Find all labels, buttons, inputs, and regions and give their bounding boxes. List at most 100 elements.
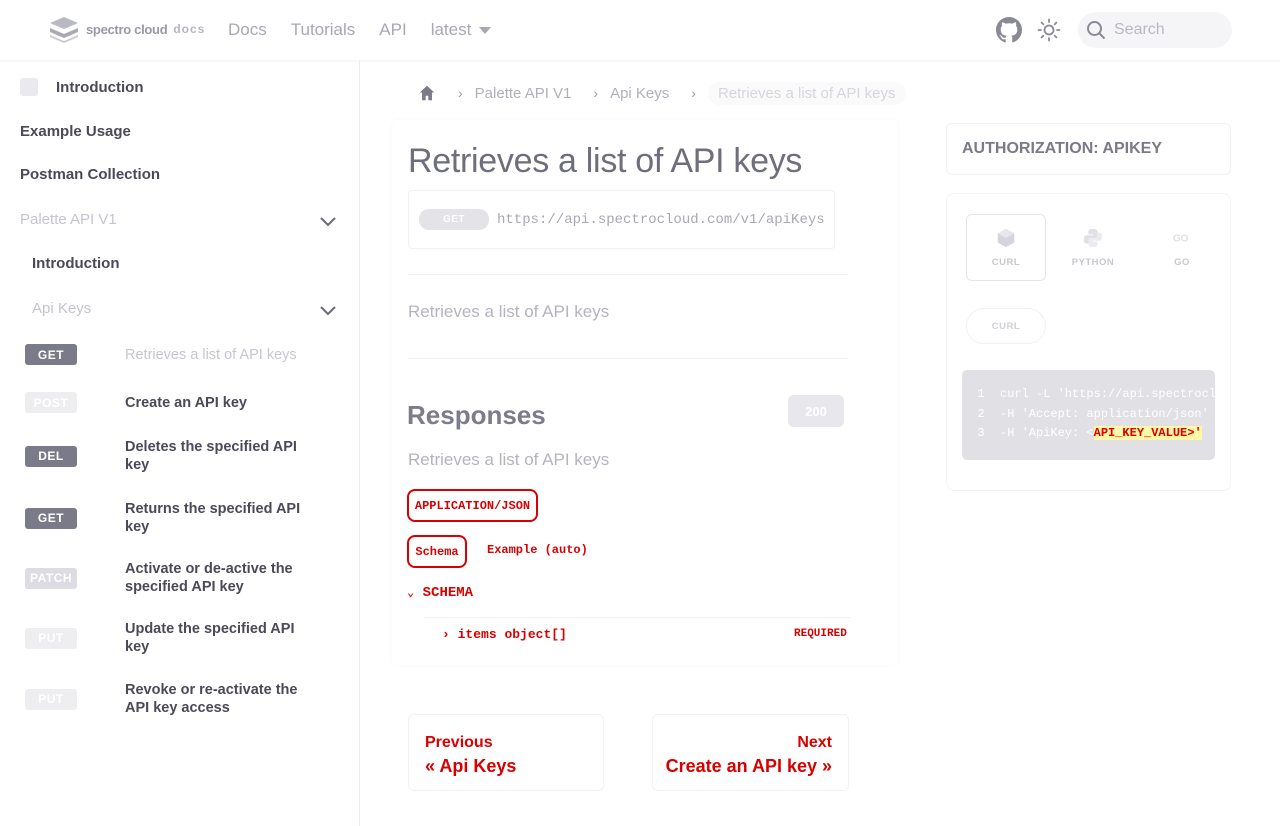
search-icon — [1087, 21, 1106, 40]
schema-field-name: items — [457, 627, 497, 642]
sidebar-endpoint-delete-api-key[interactable]: DEL Deletes the specified API key — [25, 438, 325, 474]
pager-label: Next — [797, 734, 832, 751]
tab-go[interactable]: GO GO — [1142, 214, 1222, 281]
line-number: 2 — [977, 407, 985, 421]
nav-links: Docs Tutorials API latest — [228, 0, 492, 60]
sidebar-section-palette-api[interactable]: Palette API V1 — [20, 211, 117, 228]
github-icon[interactable] — [996, 17, 1022, 43]
responses-heading: Responses — [407, 400, 546, 430]
nav-link-api[interactable]: API — [379, 20, 406, 40]
code-text: -H 'Accept: application/json' \ — [1000, 407, 1215, 421]
method-badge: DEL — [25, 445, 77, 467]
endpoint-label: Retrieves a list of API keys — [125, 346, 297, 363]
pagination-next[interactable]: Next Create an API key » — [652, 714, 849, 791]
endpoint-label: Returns the specified API key — [125, 501, 301, 535]
tab-label: CURL — [991, 257, 1021, 268]
svg-text:GO: GO — [1173, 234, 1189, 245]
sidebar-item-label: Introduction — [56, 78, 144, 96]
caret-down-icon — [479, 26, 492, 34]
brand-name: spectro cloud — [86, 21, 168, 37]
code-sample-panel: CURL PYTHON GO GO CURL 1 curl -L 'https:/… — [946, 193, 1231, 491]
example-tab[interactable]: Example (auto) — [487, 543, 588, 557]
nav-link-tutorials[interactable]: Tutorials — [291, 20, 356, 40]
sidebar-item-introduction[interactable]: Introduction — [20, 78, 143, 96]
home-icon[interactable] — [418, 84, 436, 102]
version-dropdown[interactable]: latest — [431, 20, 492, 40]
schema-toggle[interactable]: ⌄ SCHEMA — [407, 585, 473, 601]
endpoint-label: Revoke or re-activate the API key access — [125, 682, 298, 716]
code-line: 1 curl -L 'https://api.spectrocl — [962, 387, 1215, 401]
chevron-down-icon: ⌄ — [407, 586, 415, 600]
curl-subtab[interactable]: CURL — [966, 308, 1046, 344]
method-badge: PATCH — [25, 567, 77, 589]
sidebar: Introduction Example Usage Postman Colle… — [0, 60, 360, 826]
tab-python[interactable]: PYTHON — [1053, 214, 1133, 281]
caret-right-icon: › — [442, 627, 450, 642]
sidebar-item-example-usage[interactable]: Example Usage — [20, 123, 131, 140]
search-box[interactable] — [1078, 12, 1232, 48]
required-badge: REQUIRED — [794, 628, 847, 640]
tab-label: GO — [1174, 257, 1190, 268]
tab-curl[interactable]: CURL — [966, 214, 1046, 281]
divider — [408, 358, 848, 359]
sidebar-endpoint-activate-api-key[interactable]: PATCH Activate or de-active the specifie… — [25, 560, 325, 596]
search-input[interactable] — [1114, 21, 1224, 39]
content-type-tab[interactable]: APPLICATION/JSON — [407, 489, 538, 522]
method-badge: GET — [419, 209, 489, 230]
breadcrumb-current: Retrieves a list of API keys — [707, 81, 906, 105]
tab-label: PYTHON — [1071, 257, 1115, 268]
method-badge: PUT — [25, 627, 77, 649]
authorization-header[interactable]: AUTHORIZATION: APIKEY — [946, 123, 1231, 175]
pagination-previous[interactable]: Previous « Api Keys — [408, 714, 604, 791]
method-badge: GET — [25, 344, 77, 365]
introduction-icon — [20, 78, 38, 96]
curl-icon — [997, 228, 1015, 248]
endpoint-label: Deletes the specified API key — [125, 439, 297, 473]
endpoint-label: Create an API key — [125, 394, 247, 411]
method-badge: GET — [25, 507, 77, 529]
pager-title: Create an API key » — [665, 756, 832, 776]
breadcrumb-separator: › — [691, 85, 696, 101]
sidebar-endpoint-list-api-keys[interactable]: GET Retrieves a list of API keys — [25, 344, 325, 365]
theme-toggle-sun-icon[interactable] — [1037, 18, 1061, 42]
code-text: curl -L 'https://api.spectrocl — [1000, 387, 1215, 401]
breadcrumb-item[interactable]: Api Keys — [610, 85, 669, 102]
schema-row[interactable]: › items object[] REQUIRED — [424, 617, 850, 657]
code-line: 2 -H 'Accept: application/json' \ — [962, 407, 1215, 421]
breadcrumb-item[interactable]: Palette API V1 — [475, 85, 572, 102]
endpoint-description: Retrieves a list of API keys — [408, 302, 610, 321]
page-title: Retrieves a list of API keys — [408, 142, 803, 180]
python-icon — [1083, 228, 1103, 248]
pager-label: Previous — [425, 734, 493, 751]
sidebar-endpoint-get-api-key[interactable]: GET Returns the specified API key — [25, 500, 325, 536]
breadcrumb: › Palette API V1 › Api Keys › Retrieves … — [410, 80, 906, 106]
breadcrumb-separator: › — [458, 85, 463, 101]
endpoint-label: Update the specified API key — [125, 621, 295, 655]
endpoint-url: https://api.spectrocloud.com/v1/apiKeys — [497, 211, 825, 228]
chevron-down-icon[interactable] — [318, 300, 338, 320]
line-number: 3 — [977, 426, 985, 440]
sidebar-endpoint-update-api-key[interactable]: PUT Update the specified API key — [25, 620, 325, 656]
sidebar-item-section-introduction[interactable]: Introduction — [32, 255, 119, 272]
logo[interactable]: spectro cloud docs — [48, 15, 205, 43]
sidebar-group-api-keys[interactable]: Api Keys — [32, 300, 91, 317]
response-description: Retrieves a list of API keys — [408, 450, 610, 469]
line-number: 1 — [977, 387, 985, 401]
pager-title: « Api Keys — [425, 756, 517, 776]
method-badge: PUT — [25, 688, 77, 710]
endpoint-url-box: GET https://api.spectrocloud.com/v1/apiK… — [408, 190, 835, 249]
code-line: 3 -H 'ApiKey: <API_KEY_VALUE>' — [962, 426, 1202, 440]
go-icon: GO — [1173, 234, 1189, 245]
nav-link-docs[interactable]: Docs — [228, 20, 267, 40]
response-code-tab[interactable]: 200 — [788, 395, 844, 427]
schema-tab[interactable]: Schema — [407, 535, 467, 568]
chevron-down-icon[interactable] — [318, 211, 338, 231]
spectro-cloud-logo-icon — [50, 17, 78, 43]
schema-heading: SCHEMA — [422, 585, 474, 601]
sidebar-item-postman-collection[interactable]: Postman Collection — [20, 166, 160, 183]
sidebar-endpoint-create-api-key[interactable]: POST Create an API key — [25, 392, 325, 413]
sidebar-endpoint-revoke-api-key[interactable]: PUT Revoke or re-activate the API key ac… — [25, 681, 325, 717]
code-highlight: API_KEY_VALUE>' — [1093, 426, 1202, 440]
version-label: latest — [430, 20, 472, 39]
schema-field-type: object[] — [504, 627, 567, 642]
